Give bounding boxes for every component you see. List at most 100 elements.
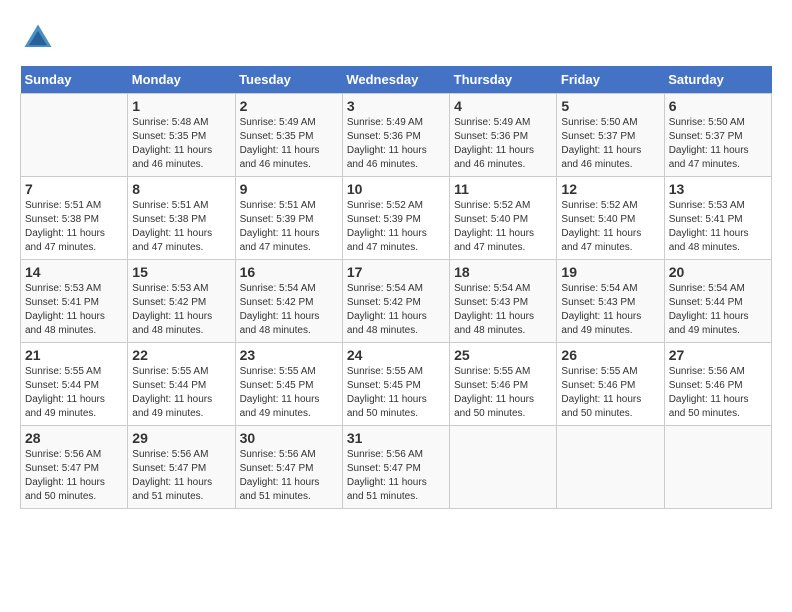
calendar-week-row: 1 Sunrise: 5:48 AM Sunset: 5:35 PM Daylig… (21, 94, 772, 177)
day-info: Sunrise: 5:52 AM Sunset: 5:39 PM Dayligh… (347, 199, 445, 255)
day-info: Sunrise: 5:54 AM Sunset: 5:43 PM Dayligh… (561, 282, 659, 338)
calendar-week-row: 28 Sunrise: 5:56 AM Sunset: 5:47 PM Dayli… (21, 426, 772, 509)
day-info: Sunrise: 5:51 AM Sunset: 5:39 PM Dayligh… (240, 199, 338, 255)
day-info: Sunrise: 5:55 AM Sunset: 5:46 PM Dayligh… (561, 365, 659, 421)
day-info: Sunrise: 5:52 AM Sunset: 5:40 PM Dayligh… (454, 199, 552, 255)
day-info: Sunrise: 5:50 AM Sunset: 5:37 PM Dayligh… (561, 116, 659, 172)
day-number: 31 (347, 430, 445, 446)
day-number: 12 (561, 181, 659, 197)
calendar-cell: 5 Sunrise: 5:50 AM Sunset: 5:37 PM Daylig… (557, 94, 664, 177)
calendar-cell: 23Sunrise: 5:55 AM Sunset: 5:45 PM Dayli… (235, 343, 342, 426)
logo (20, 20, 62, 56)
day-number: 26 (561, 347, 659, 363)
day-info: Sunrise: 5:55 AM Sunset: 5:45 PM Dayligh… (347, 365, 445, 421)
day-number: 4 (454, 98, 552, 114)
day-header: Wednesday (342, 66, 449, 94)
day-info: Sunrise: 5:55 AM Sunset: 5:44 PM Dayligh… (132, 365, 230, 421)
day-info: Sunrise: 5:49 AM Sunset: 5:36 PM Dayligh… (454, 116, 552, 172)
calendar-cell: 3 Sunrise: 5:49 AM Sunset: 5:36 PM Daylig… (342, 94, 449, 177)
day-number: 5 (561, 98, 659, 114)
day-number: 28 (25, 430, 123, 446)
day-header: Tuesday (235, 66, 342, 94)
day-info: Sunrise: 5:56 AM Sunset: 5:47 PM Dayligh… (132, 448, 230, 504)
day-number: 29 (132, 430, 230, 446)
day-number: 24 (347, 347, 445, 363)
calendar-cell: 16 Sunrise: 5:54 AM Sunset: 5:42 PM Dayli… (235, 260, 342, 343)
day-header: Friday (557, 66, 664, 94)
calendar-body: 1 Sunrise: 5:48 AM Sunset: 5:35 PM Daylig… (21, 94, 772, 509)
day-number: 7 (25, 181, 123, 197)
day-number: 2 (240, 98, 338, 114)
calendar-cell: 30 Sunrise: 5:56 AM Sunset: 5:47 PM Dayli… (235, 426, 342, 509)
calendar-cell: 21 Sunrise: 5:55 AM Sunset: 5:44 PM Dayli… (21, 343, 128, 426)
day-info: Sunrise: 5:55 AM Sunset: 5:44 PM Dayligh… (25, 365, 123, 421)
day-info: Sunrise: 5:51 AM Sunset: 5:38 PM Dayligh… (25, 199, 123, 255)
day-number: 21 (25, 347, 123, 363)
day-info: Sunrise: 5:56 AM Sunset: 5:47 PM Dayligh… (347, 448, 445, 504)
day-number: 17 (347, 264, 445, 280)
day-info: Sunrise: 5:54 AM Sunset: 5:44 PM Dayligh… (669, 282, 767, 338)
day-number: 18 (454, 264, 552, 280)
header (20, 20, 772, 56)
day-number: 27 (669, 347, 767, 363)
day-info: Sunrise: 5:54 AM Sunset: 5:43 PM Dayligh… (454, 282, 552, 338)
day-info: Sunrise: 5:53 AM Sunset: 5:42 PM Dayligh… (132, 282, 230, 338)
calendar-week-row: 14Sunrise: 5:53 AM Sunset: 5:41 PM Dayli… (21, 260, 772, 343)
day-header: Sunday (21, 66, 128, 94)
day-info: Sunrise: 5:56 AM Sunset: 5:46 PM Dayligh… (669, 365, 767, 421)
calendar-week-row: 7 Sunrise: 5:51 AM Sunset: 5:38 PM Daylig… (21, 177, 772, 260)
calendar-header-row: SundayMondayTuesdayWednesdayThursdayFrid… (21, 66, 772, 94)
calendar-cell: 4 Sunrise: 5:49 AM Sunset: 5:36 PM Daylig… (450, 94, 557, 177)
calendar-cell: 29 Sunrise: 5:56 AM Sunset: 5:47 PM Dayli… (128, 426, 235, 509)
calendar-cell: 26 Sunrise: 5:55 AM Sunset: 5:46 PM Dayli… (557, 343, 664, 426)
day-number: 20 (669, 264, 767, 280)
day-number: 1 (132, 98, 230, 114)
calendar-cell: 18 Sunrise: 5:54 AM Sunset: 5:43 PM Dayli… (450, 260, 557, 343)
day-number: 30 (240, 430, 338, 446)
calendar-cell: 7 Sunrise: 5:51 AM Sunset: 5:38 PM Daylig… (21, 177, 128, 260)
calendar-cell: 9 Sunrise: 5:51 AM Sunset: 5:39 PM Daylig… (235, 177, 342, 260)
day-info: Sunrise: 5:49 AM Sunset: 5:35 PM Dayligh… (240, 116, 338, 172)
day-info: Sunrise: 5:56 AM Sunset: 5:47 PM Dayligh… (240, 448, 338, 504)
calendar-cell: 25 Sunrise: 5:55 AM Sunset: 5:46 PM Dayli… (450, 343, 557, 426)
calendar-week-row: 21 Sunrise: 5:55 AM Sunset: 5:44 PM Dayli… (21, 343, 772, 426)
calendar-cell: 19Sunrise: 5:54 AM Sunset: 5:43 PM Dayli… (557, 260, 664, 343)
calendar-cell: 6Sunrise: 5:50 AM Sunset: 5:37 PM Daylig… (664, 94, 771, 177)
calendar-cell: 12Sunrise: 5:52 AM Sunset: 5:40 PM Dayli… (557, 177, 664, 260)
calendar-cell (664, 426, 771, 509)
calendar-cell: 15Sunrise: 5:53 AM Sunset: 5:42 PM Dayli… (128, 260, 235, 343)
day-info: Sunrise: 5:49 AM Sunset: 5:36 PM Dayligh… (347, 116, 445, 172)
day-header: Saturday (664, 66, 771, 94)
day-info: Sunrise: 5:51 AM Sunset: 5:38 PM Dayligh… (132, 199, 230, 255)
calendar-cell: 17Sunrise: 5:54 AM Sunset: 5:42 PM Dayli… (342, 260, 449, 343)
day-info: Sunrise: 5:48 AM Sunset: 5:35 PM Dayligh… (132, 116, 230, 172)
calendar-cell: 11 Sunrise: 5:52 AM Sunset: 5:40 PM Dayli… (450, 177, 557, 260)
calendar-cell: 8 Sunrise: 5:51 AM Sunset: 5:38 PM Daylig… (128, 177, 235, 260)
day-number: 8 (132, 181, 230, 197)
day-header: Thursday (450, 66, 557, 94)
calendar-cell (450, 426, 557, 509)
day-number: 22 (132, 347, 230, 363)
day-info: Sunrise: 5:53 AM Sunset: 5:41 PM Dayligh… (669, 199, 767, 255)
day-number: 9 (240, 181, 338, 197)
day-info: Sunrise: 5:50 AM Sunset: 5:37 PM Dayligh… (669, 116, 767, 172)
calendar-cell: 24 Sunrise: 5:55 AM Sunset: 5:45 PM Dayli… (342, 343, 449, 426)
logo-icon (20, 20, 56, 56)
day-number: 11 (454, 181, 552, 197)
day-number: 13 (669, 181, 767, 197)
day-number: 23 (240, 347, 338, 363)
day-number: 10 (347, 181, 445, 197)
day-number: 25 (454, 347, 552, 363)
calendar-cell (21, 94, 128, 177)
calendar-table: SundayMondayTuesdayWednesdayThursdayFrid… (20, 66, 772, 509)
calendar-cell: 14Sunrise: 5:53 AM Sunset: 5:41 PM Dayli… (21, 260, 128, 343)
day-number: 16 (240, 264, 338, 280)
day-info: Sunrise: 5:56 AM Sunset: 5:47 PM Dayligh… (25, 448, 123, 504)
calendar-cell: 31 Sunrise: 5:56 AM Sunset: 5:47 PM Dayli… (342, 426, 449, 509)
day-number: 3 (347, 98, 445, 114)
calendar-cell: 22 Sunrise: 5:55 AM Sunset: 5:44 PM Dayli… (128, 343, 235, 426)
day-info: Sunrise: 5:55 AM Sunset: 5:46 PM Dayligh… (454, 365, 552, 421)
day-number: 14 (25, 264, 123, 280)
day-header: Monday (128, 66, 235, 94)
day-info: Sunrise: 5:54 AM Sunset: 5:42 PM Dayligh… (240, 282, 338, 338)
